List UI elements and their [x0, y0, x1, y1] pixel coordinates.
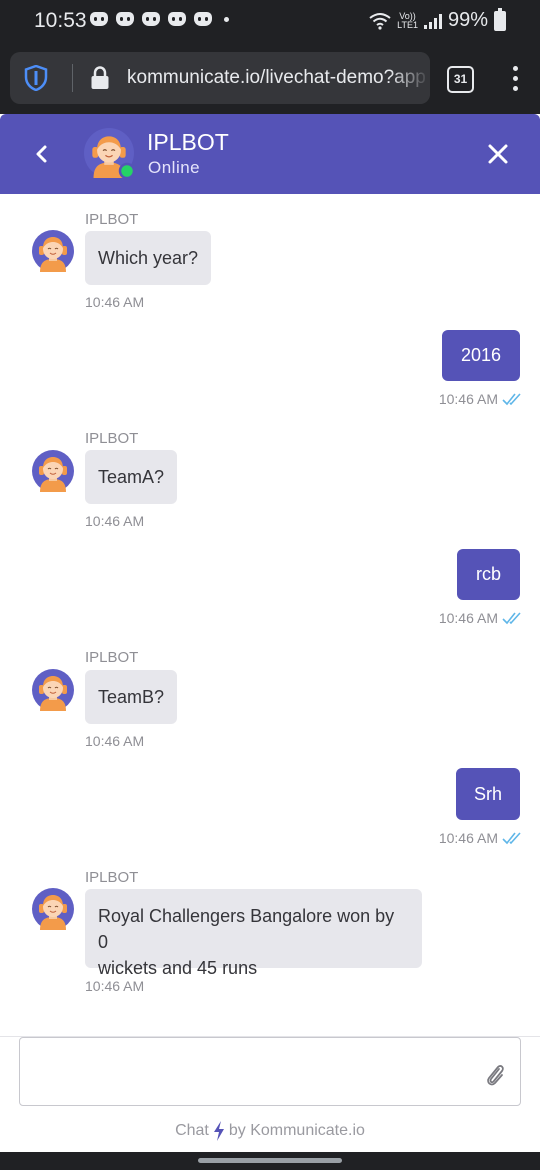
composer: Chat by Kommunicate.io [0, 1036, 540, 1152]
online-status: Online [148, 158, 201, 177]
home-gesture-pill[interactable] [198, 1158, 342, 1163]
message-text: TeamA? [98, 466, 165, 487]
address-separator [72, 64, 73, 92]
network-type: Vo)) LTE1 [397, 11, 418, 30]
discord-icon [194, 12, 212, 26]
shield-icon[interactable] [24, 65, 48, 91]
message-time: 10:46 AM [85, 294, 145, 310]
discord-icon [116, 12, 134, 26]
message-meta: 10:46 AM [439, 610, 522, 626]
avatar-icon [32, 888, 74, 930]
message-time: 10:46 AM [438, 610, 498, 626]
bolt-icon [213, 1121, 224, 1141]
wifi-icon [369, 12, 391, 30]
message-time: 10:46 AM [85, 978, 145, 994]
chat-header: IPLBOT Online [0, 114, 540, 194]
powered-by[interactable]: Chat by Kommunicate.io [0, 1121, 540, 1141]
message-meta: 10:46 AM [439, 391, 522, 407]
sender-name: IPLBOT [85, 211, 139, 228]
bot-message: Royal Challengers Bangalore won by 0 wic… [85, 889, 422, 978]
double-check-icon [502, 832, 521, 845]
message-text: rcb [475, 564, 501, 584]
double-check-icon [502, 393, 521, 406]
url-text[interactable]: kommunicate.io/livechat-demo?app [127, 67, 426, 89]
bot-message: TeamB? [85, 670, 178, 724]
message-time: 10:46 AM [85, 513, 145, 529]
message-list[interactable]: IPLBOT Which year? 10:46 AM 2016 10:46 A… [0, 194, 540, 1036]
sender-name: IPLBOT [85, 430, 139, 447]
message-time: 10:46 AM [438, 830, 498, 846]
message-text: Srh [473, 783, 502, 804]
bot-message: TeamA? [85, 450, 178, 504]
more-notifications-dot [224, 17, 229, 22]
input-wrapper [0, 1037, 540, 1107]
avatar-icon [84, 128, 134, 178]
message-meta: 10:46 AM [439, 830, 522, 846]
message-time: 10:46 AM [85, 733, 145, 749]
browser-toolbar: kommunicate.io/livechat-demo?app 31 [0, 42, 540, 114]
message-text: TeamB? [98, 686, 165, 707]
avatar-icon [32, 230, 74, 272]
battery-percent: 99% [447, 9, 488, 31]
back-icon[interactable] [28, 140, 56, 168]
message-text-line: wickets and 45 runs [98, 958, 258, 978]
bot-message: Which year? [85, 231, 212, 285]
status-bar: 10:53 Vo)) LTE1 99% [0, 0, 540, 42]
double-check-icon [502, 612, 521, 625]
sender-name: IPLBOT [85, 869, 139, 886]
message-time: 10:46 AM [438, 391, 498, 407]
chat-title: IPLBOT [147, 129, 229, 155]
tabs-icon[interactable]: 31 [447, 66, 474, 93]
sender-name: IPLBOT [85, 649, 139, 666]
network-label-bottom: LTE1 [397, 19, 418, 30]
signal-icon [423, 13, 442, 29]
url-fade [390, 52, 430, 104]
user-message: 2016 [442, 330, 520, 381]
paperclip-icon[interactable] [483, 1062, 507, 1088]
user-message: Srh [456, 768, 520, 820]
notification-icons [90, 12, 229, 26]
discord-icon [142, 12, 160, 26]
message-text: 2016 [460, 345, 502, 365]
discord-icon [168, 12, 186, 26]
message-input[interactable] [19, 1037, 521, 1106]
close-icon[interactable] [484, 140, 512, 168]
discord-icon [90, 12, 108, 26]
user-message: rcb [457, 549, 520, 600]
avatar-icon [32, 669, 74, 711]
message-text: Which year? [98, 247, 199, 268]
battery-icon [494, 7, 506, 31]
menu-icon[interactable] [505, 66, 525, 94]
status-time: 10:53 [34, 9, 87, 32]
avatar-icon [32, 450, 74, 492]
powered-prefix: Chat [175, 1122, 209, 1139]
lock-icon[interactable] [90, 66, 110, 90]
powered-suffix: by Kommunicate.io [228, 1122, 365, 1139]
system-nav-bar [0, 1152, 540, 1170]
message-text-line: Royal Challengers Bangalore won by 0 [98, 906, 395, 952]
system-icons: Vo)) LTE1 99% [369, 7, 506, 32]
address-bar[interactable]: kommunicate.io/livechat-demo?app [10, 52, 430, 104]
